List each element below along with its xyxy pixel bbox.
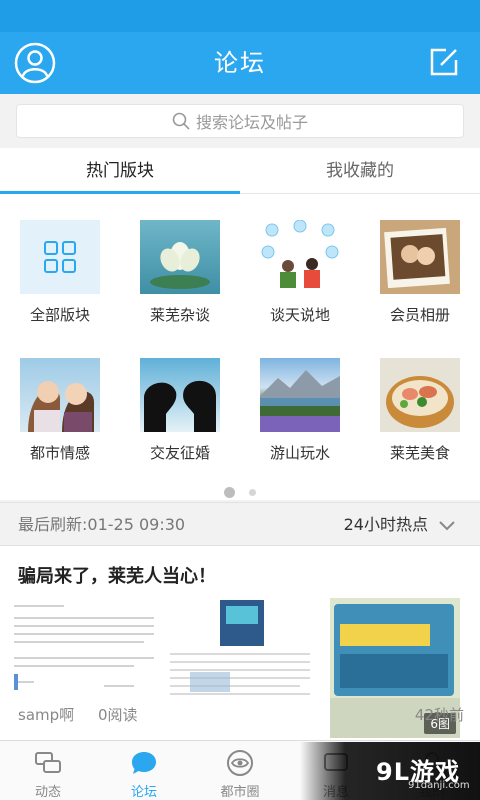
- chat-bubbles-icon: [35, 752, 61, 773]
- hot-filter-dropdown[interactable]: 24小时热点: [344, 503, 456, 547]
- speech-bubble-icon: [132, 752, 156, 774]
- forum-tabs: 热门版块 我收藏的: [0, 148, 480, 194]
- post-image-2: [170, 598, 316, 738]
- watermark-site: 91danji.com: [408, 780, 470, 791]
- search-input[interactable]: 搜索论坛及帖子: [16, 104, 464, 138]
- search-placeholder: 搜索论坛及帖子: [195, 113, 308, 132]
- hot-filter-label: 24小时热点: [343, 515, 428, 534]
- refresh-bar: 最后刷新:01-25 09:30 24小时热点: [0, 502, 480, 546]
- post-author[interactable]: samp啊: [18, 704, 74, 725]
- nav-label: 论坛: [130, 785, 157, 800]
- status-bar: [0, 0, 480, 32]
- forum-item-label: 全部版块: [29, 306, 90, 324]
- forum-item-all[interactable]: 全部版块: [0, 194, 120, 324]
- forum-item-travel[interactable]: 游山玩水: [240, 332, 360, 462]
- post-title: 骗局来了，莱芜人当心！: [18, 566, 216, 587]
- search-area: 搜索论坛及帖子: [0, 94, 480, 148]
- nav-item-forum[interactable]: 论坛: [96, 741, 192, 800]
- page-dot: [248, 489, 256, 496]
- compose-post-icon[interactable]: [428, 46, 460, 78]
- forum-item-member-album[interactable]: 会员相册: [360, 194, 480, 324]
- post-read-count: 0阅读: [98, 706, 138, 724]
- forum-item-label: 莱芜杂谈: [149, 306, 210, 324]
- forum-item-label: 谈天说地: [269, 306, 330, 324]
- forum-item-label: 会员相册: [389, 306, 450, 324]
- nav-item-city-circle[interactable]: 都市圈: [192, 741, 288, 800]
- silhouette-couple-photo: [140, 358, 220, 432]
- page-title: 论坛: [214, 49, 266, 77]
- forum-item-chitchat[interactable]: 谈天说地: [240, 194, 360, 324]
- nav-label: 都市圈: [220, 785, 260, 800]
- forum-item-laiwu-chat[interactable]: 莱芜杂谈: [120, 194, 240, 324]
- app-header: 论坛: [0, 32, 480, 94]
- forum-item-food[interactable]: 莱芜美食: [360, 332, 480, 462]
- page-indicator: [0, 482, 480, 498]
- forum-item-label: 交友征婚: [149, 444, 210, 462]
- forum-grid: 全部版块 莱芜杂谈 谈天说地 会员相册 都市情感 交友征婚 游山玩水 莱芜美食: [0, 194, 480, 500]
- mountain-lake-photo: [260, 358, 340, 432]
- nav-item-feed[interactable]: 动态: [0, 741, 96, 800]
- post-time: 42秒前: [414, 706, 464, 724]
- women-friends-photo: [20, 358, 100, 432]
- food-bowl-photo: [380, 358, 460, 432]
- people-network-photo: [260, 220, 340, 294]
- forum-item-label: 都市情感: [29, 444, 90, 462]
- last-refresh-time: 最后刷新:01-25 09:30: [18, 515, 186, 534]
- post-card[interactable]: 骗局来了，莱芜人当心！ 6图 samp啊 0阅读 42秒前: [0, 546, 480, 740]
- forum-item-label: 游山玩水: [269, 444, 330, 462]
- chevron-down-icon: [439, 520, 455, 530]
- site-watermark: 9L游戏 91danji.com: [300, 742, 480, 800]
- search-icon: [172, 112, 190, 130]
- eye-circle-icon: [227, 750, 253, 776]
- forum-item-dating[interactable]: 交友征婚: [120, 332, 240, 462]
- page-dot-active: [224, 487, 236, 498]
- nav-label: 动态: [34, 785, 61, 800]
- tab-hot-forums[interactable]: 热门版块: [0, 148, 240, 194]
- tab-favorites[interactable]: 我收藏的: [240, 148, 480, 194]
- grid-icon: [20, 220, 100, 294]
- couple-photo: [380, 220, 460, 294]
- lotus-photo: [140, 220, 220, 294]
- forum-item-label: 莱芜美食: [389, 444, 450, 462]
- forum-item-urban-romance[interactable]: 都市情感: [0, 332, 120, 462]
